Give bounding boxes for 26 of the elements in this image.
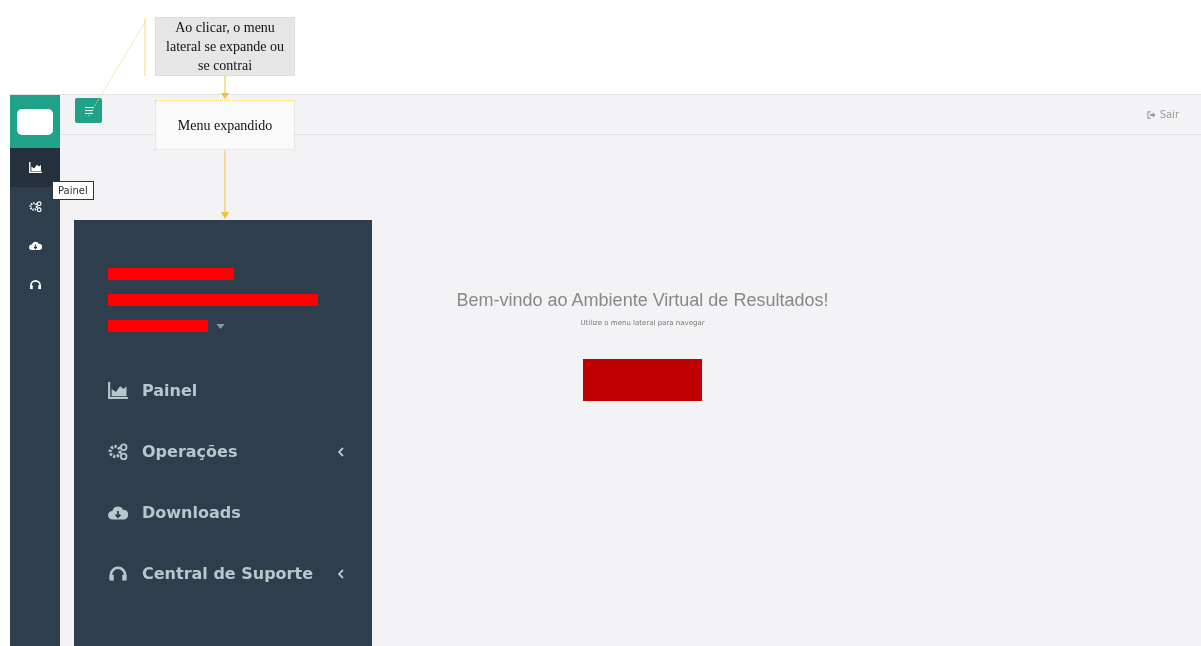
headset-icon — [28, 279, 42, 290]
menu-item[interactable]: Central de Suporte — [108, 543, 344, 604]
menu-icon — [84, 107, 93, 114]
gears-icon — [28, 201, 42, 212]
tooltip: Painel — [52, 181, 94, 200]
chevron-left-icon — [338, 568, 344, 579]
menu-item[interactable]: Downloads — [108, 482, 344, 543]
area-chart-icon — [108, 382, 128, 399]
headset-icon — [108, 565, 128, 582]
area-chart-icon — [28, 162, 42, 173]
arrow — [221, 75, 229, 99]
menu-item[interactable]: Operações — [108, 421, 344, 482]
annotation-callout: Ao clicar, o menu lateral se expande ou se contrai — [155, 17, 295, 76]
sign-out-icon — [1146, 110, 1156, 119]
annotation-callout: Menu expandido — [155, 100, 295, 150]
menu-item[interactable]: Painel — [108, 360, 344, 421]
chevron-left-icon — [338, 446, 344, 457]
menu-toggle-button[interactable] — [75, 98, 102, 123]
cloud-download-icon — [108, 504, 128, 521]
arrow — [221, 149, 229, 219]
gears-icon — [108, 443, 128, 460]
caret-icon — [216, 323, 225, 329]
welcome-title: Bem-vindo ao Ambiente Virtual de Resultados! — [456, 290, 829, 311]
logo-placeholder — [17, 108, 53, 135]
cloud-download-icon — [28, 240, 42, 251]
sidebar-item[interactable] — [10, 148, 60, 187]
